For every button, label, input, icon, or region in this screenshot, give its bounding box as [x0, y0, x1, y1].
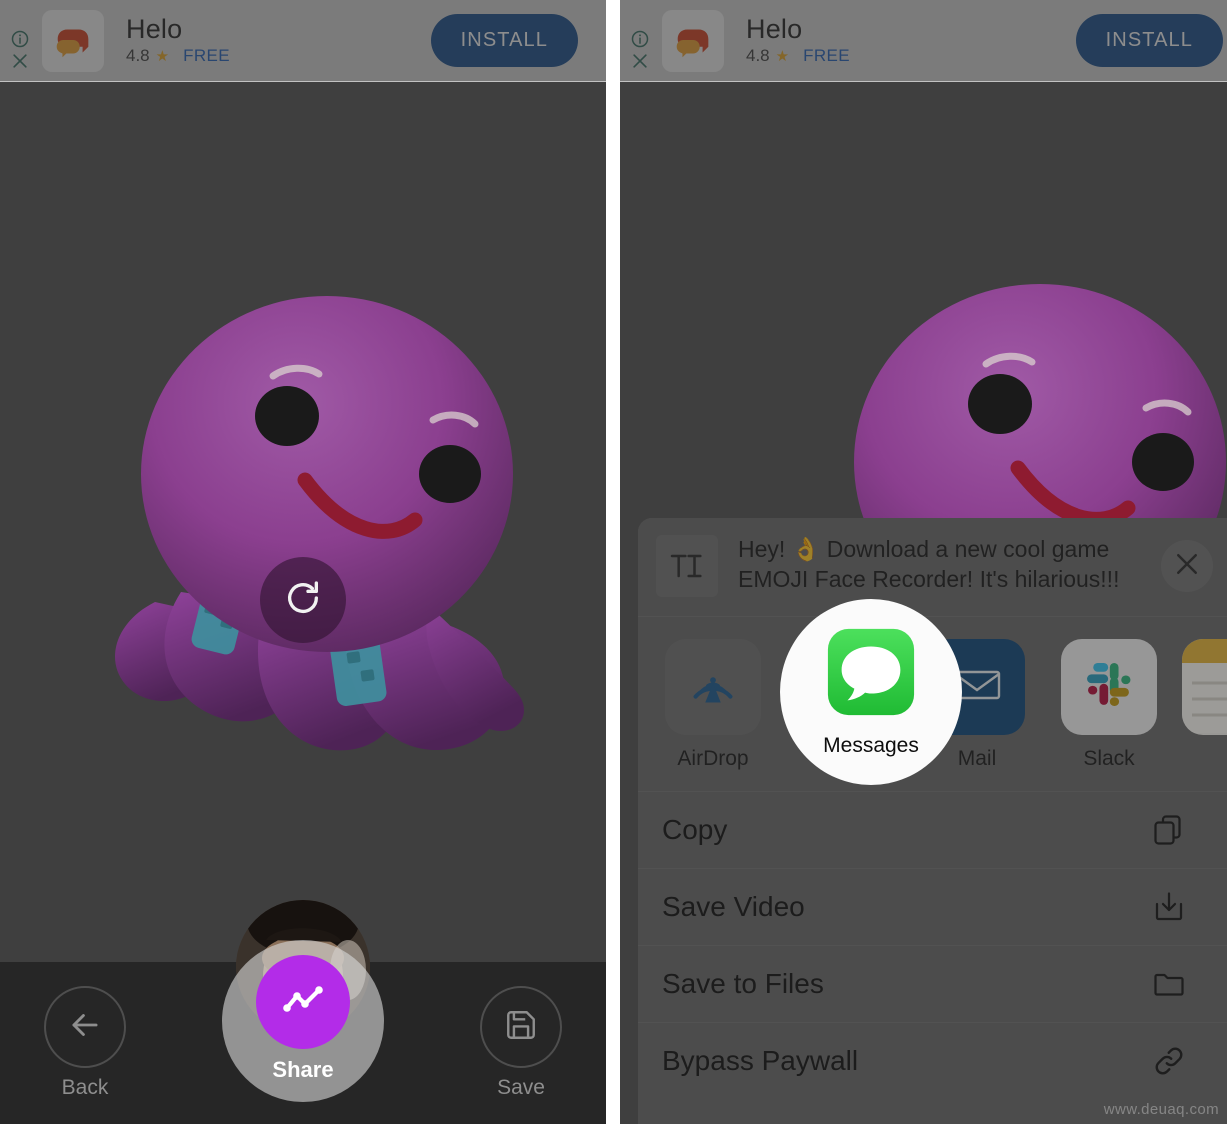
share-action-list: Copy Save Video Save to Files Bypass Pay…	[638, 791, 1227, 1099]
ad-price-label: FREE	[803, 46, 851, 66]
helo-app-icon	[662, 9, 724, 72]
action-save-video[interactable]: Save Video	[638, 868, 1227, 945]
replay-overlay-button[interactable]	[260, 557, 346, 643]
left-phone-screen: Back . Save	[0, 0, 606, 1124]
site-watermark: www.deuaq.com	[1103, 1101, 1219, 1118]
back-button[interactable]: Back	[30, 986, 140, 1100]
text-format-icon	[656, 535, 718, 597]
arrow-left-icon	[66, 1006, 104, 1049]
notes-icon	[1182, 639, 1227, 735]
action-save-to-files[interactable]: Save to Files	[638, 945, 1227, 1022]
ad-banner-right[interactable]: Helo 4.8 ★ FREE INSTALL	[620, 0, 1227, 82]
ad-app-name: Helo	[746, 13, 803, 44]
share-target-label: Slack	[1083, 747, 1135, 770]
ad-rating-value: 4.8	[126, 46, 150, 66]
link-icon	[1147, 1039, 1191, 1083]
close-share-sheet-button[interactable]	[1161, 540, 1213, 592]
action-label: Save to Files	[662, 968, 824, 999]
action-bypass-paywall[interactable]: Bypass Paywall	[638, 1022, 1227, 1099]
close-icon[interactable]	[10, 51, 30, 71]
action-label: Bypass Paywall	[662, 1045, 859, 1076]
share-button-label: Share	[272, 1057, 334, 1082]
action-label: Copy	[662, 814, 728, 845]
share-target-label: Messages	[823, 734, 919, 757]
share-graph-icon	[256, 955, 350, 1049]
share-sheet: Hey! 👌 Download a new cool game EMOJI Fa…	[638, 518, 1227, 1124]
share-app-row: AirDrop . Mail	[638, 599, 1227, 791]
octopus-character	[95, 292, 555, 812]
install-button[interactable]: INSTALL	[430, 14, 578, 67]
ad-banner-left[interactable]: Helo 4.8 ★ FREE INSTALL	[0, 0, 606, 82]
share-target-slack[interactable]: Slack	[1050, 639, 1168, 771]
right-phone-screen: Hey! 👌 Download a new cool game EMOJI Fa…	[620, 0, 1227, 1124]
share-target-messages[interactable]: Messages	[780, 599, 962, 785]
back-button-label: Back	[61, 1076, 109, 1099]
save-button-label: Save	[497, 1076, 545, 1099]
info-icon[interactable]	[10, 29, 30, 49]
close-icon	[1172, 549, 1202, 584]
close-icon[interactable]	[630, 51, 650, 71]
slack-icon	[1081, 657, 1137, 718]
share-target-label: AirDrop	[677, 747, 749, 770]
airdrop-icon	[682, 654, 744, 721]
folder-icon	[1147, 962, 1191, 1006]
floppy-disk-icon	[504, 1008, 538, 1047]
star-icon: ★	[155, 47, 170, 65]
action-copy[interactable]: Copy	[638, 791, 1227, 868]
messages-icon-box	[823, 626, 919, 722]
copy-icon	[1147, 808, 1191, 852]
share-sheet-header: Hey! 👌 Download a new cool game EMOJI Fa…	[638, 518, 1227, 617]
star-icon: ★	[775, 47, 790, 65]
bottom-control-bar: Back . Save	[0, 900, 606, 1124]
ad-price-label: FREE	[183, 46, 231, 66]
install-button[interactable]: INSTALL	[1075, 14, 1223, 67]
messages-icon	[824, 626, 918, 722]
screenshot-stage: Back . Save	[0, 0, 1227, 1124]
share-target-notes[interactable]	[1182, 639, 1227, 747]
share-button[interactable]: Share	[222, 940, 384, 1102]
download-icon	[1147, 885, 1191, 929]
share-message-text: Hey! 👌 Download a new cool game EMOJI Fa…	[738, 536, 1120, 598]
info-icon[interactable]	[630, 29, 650, 49]
replay-icon	[283, 578, 323, 623]
action-label: Save Video	[662, 891, 805, 922]
save-button[interactable]: Save	[466, 986, 576, 1100]
ad-app-name: Helo	[126, 13, 183, 44]
ad-rating-value: 4.8	[746, 46, 770, 66]
helo-app-icon	[42, 9, 104, 72]
share-target-airdrop[interactable]: AirDrop	[654, 639, 772, 771]
